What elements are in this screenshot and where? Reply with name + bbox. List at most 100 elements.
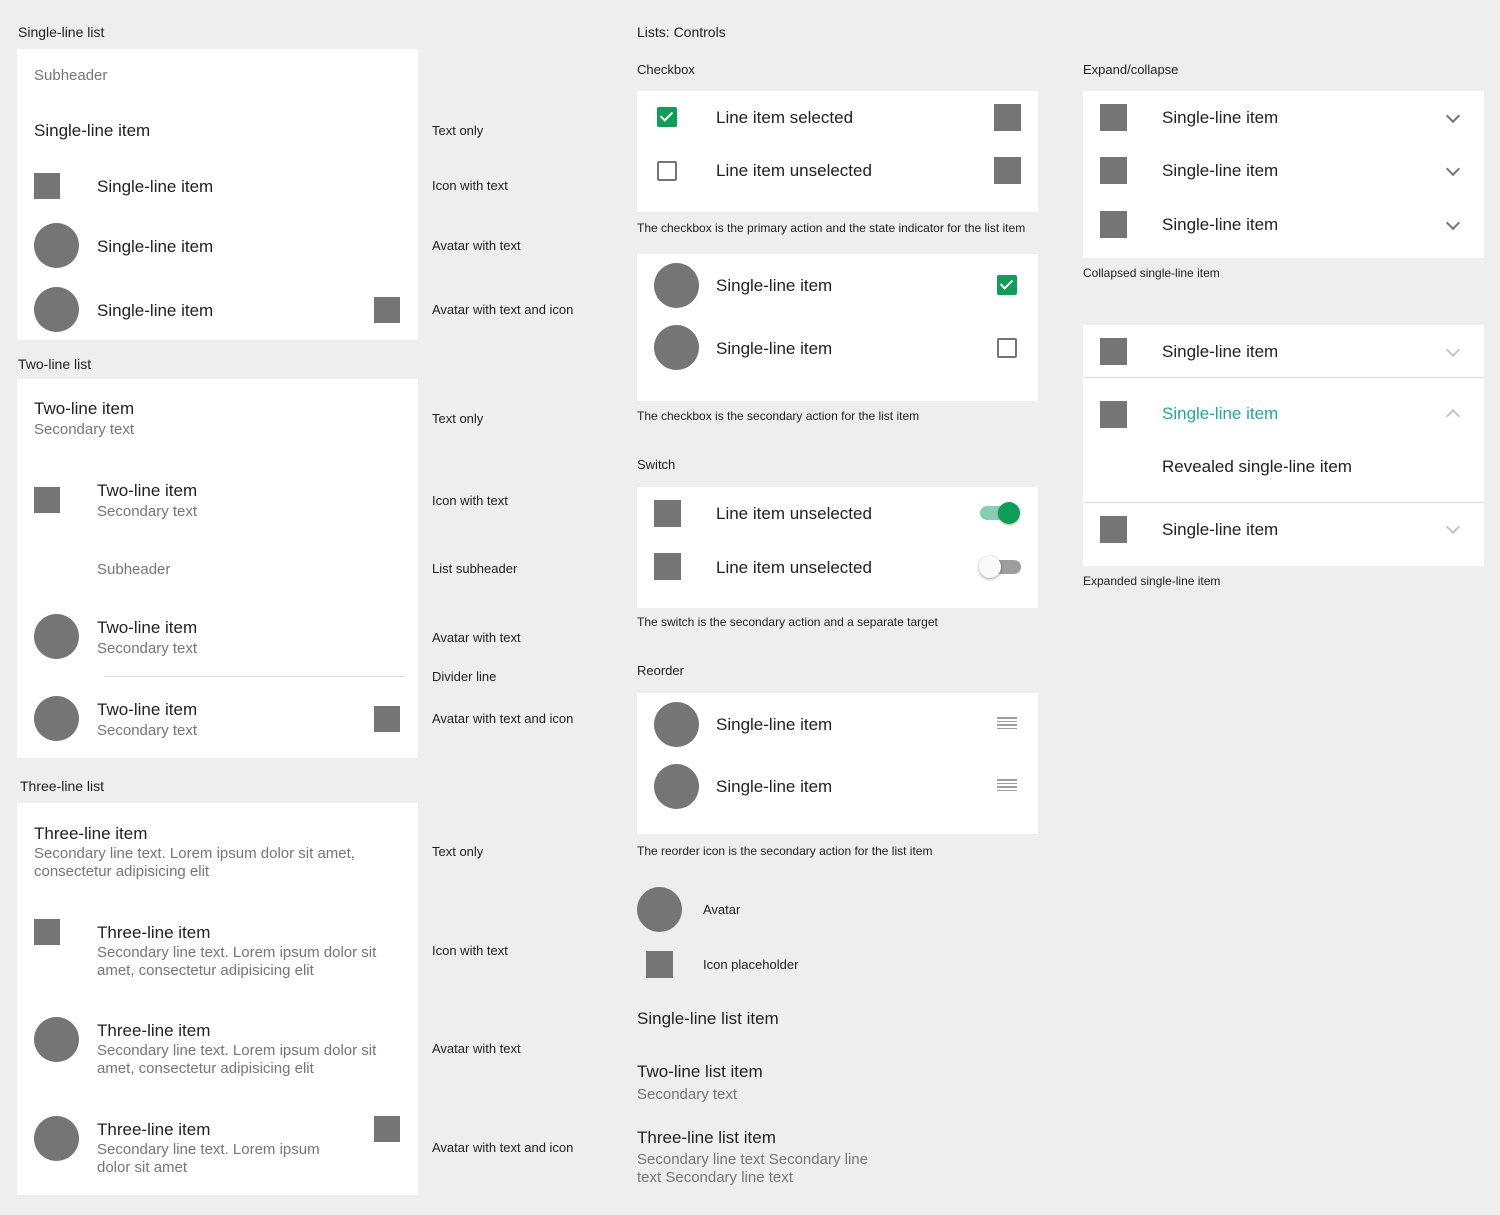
chevron-down-icon[interactable] (1445, 215, 1461, 231)
chevron-down-icon[interactable] (1445, 342, 1461, 358)
list-item-text: Line item unselected (716, 558, 872, 577)
list-item-text: Two-line item (97, 481, 198, 500)
list-item-text: Line item unselected (716, 504, 872, 523)
annotation-label: List subheader (432, 561, 518, 576)
list-item-text: Single-line item (716, 715, 833, 734)
secondary-text: Secondary line text. Lorem ipsum dolor s… (97, 1141, 320, 1176)
list-item-text: Single-line item (97, 301, 214, 320)
three-line-list-card: Three-line item Secondary line text. Lor… (17, 803, 418, 1195)
list-item-text: Single-line item (1162, 215, 1279, 234)
list-item-text: Single-line item (716, 339, 833, 358)
collapsed-card: Single-line item Single-line item Single… (1083, 91, 1484, 258)
divider-line (1083, 502, 1484, 503)
annotation-label: Text only (432, 411, 484, 426)
secondary-text: Secondary line text. Lorem ipsum dolor s… (97, 1042, 377, 1077)
reorder-section-title: Reorder (637, 663, 684, 678)
icon-placeholder-icon[interactable] (374, 297, 400, 323)
avatar (654, 325, 699, 370)
list-item-text: Single-line item (1162, 342, 1279, 361)
legend-label: Avatar (703, 902, 741, 917)
icon-placeholder-icon (994, 157, 1021, 184)
icon-placeholder-icon (1100, 211, 1127, 238)
icon-placeholder-icon (1100, 401, 1127, 428)
icon-placeholder-icon (34, 173, 60, 199)
annotation-label: Text only (432, 844, 484, 859)
annotation-label: Icon with text (432, 943, 508, 958)
avatar (34, 1017, 79, 1062)
checkbox-section-title: Checkbox (637, 62, 695, 77)
annotation-label: Avatar with text and icon (432, 1140, 574, 1155)
switch-knob (979, 556, 1001, 578)
switch-section-title: Switch (637, 457, 676, 472)
secondary-text: Secondary text (637, 1086, 738, 1103)
list-item-text: Three-line item (97, 1120, 211, 1139)
switch-card: Line item unselected Line item unselecte… (637, 487, 1038, 608)
avatar (654, 702, 699, 747)
annotation-label: Avatar with text (432, 1041, 521, 1056)
avatar (637, 887, 682, 932)
reorder-icon[interactable] (997, 717, 1017, 729)
icon-placeholder-icon[interactable] (374, 706, 400, 732)
list-item-text: Two-line item (34, 399, 135, 418)
two-line-list-card: Two-line item Secondary text Two-line it… (17, 379, 418, 758)
checkbox-secondary-card: Single-line item Single-line item (637, 254, 1038, 401)
chevron-up-icon[interactable] (1445, 408, 1461, 424)
secondary-text: Secondary text (97, 640, 198, 657)
reorder-caption: The reorder icon is the secondary action… (637, 844, 933, 858)
secondary-text: Secondary line text. Lorem ipsum dolor s… (97, 944, 377, 979)
chevron-down-icon[interactable] (1445, 108, 1461, 124)
reorder-card: Single-line item Single-line item (637, 693, 1038, 834)
chevron-down-icon[interactable] (1445, 519, 1461, 535)
secondary-text: Secondary text (97, 722, 198, 739)
list-item-text: Single-line item (1162, 404, 1279, 423)
annotation-label: Icon with text (432, 493, 508, 508)
checkbox-primary-card: Line item selected Line item unselected (637, 91, 1038, 212)
switch-caption: The switch is the secondary action and a… (637, 615, 938, 629)
chevron-down-icon[interactable] (1445, 161, 1461, 177)
list-subheader: Subheader (97, 561, 171, 578)
secondary-text: Secondary text (97, 503, 198, 520)
avatar (654, 263, 699, 308)
avatar (34, 287, 79, 332)
list-item-text: Single-line item (97, 177, 214, 196)
checkbox-checked[interactable] (997, 275, 1017, 295)
checkbox-unchecked[interactable] (997, 338, 1017, 358)
reorder-icon[interactable] (997, 779, 1017, 791)
legend-two-line: Two-line list item (637, 1062, 763, 1081)
two-line-list-title: Two-line list (18, 356, 92, 372)
revealed-item[interactable]: Revealed single-line item (1162, 457, 1352, 477)
checkbox-caption: The checkbox is the primary action and t… (637, 221, 1026, 235)
expanded-caption: Expanded single-line item (1083, 574, 1221, 588)
icon-placeholder-icon (646, 951, 673, 978)
collapsed-caption: Collapsed single-line item (1083, 266, 1220, 280)
icon-placeholder-icon (654, 500, 681, 527)
annotation-label: Divider line (432, 669, 497, 684)
three-line-list-title: Three-line list (20, 778, 105, 794)
checkbox-caption: The checkbox is the secondary action for… (637, 409, 920, 423)
secondary-text: Secondary line text. Lorem ipsum dolor s… (34, 845, 355, 880)
checkbox-checked[interactable] (657, 107, 677, 127)
avatar (34, 223, 79, 268)
list-item-text: Single-line item (1162, 520, 1279, 539)
list-item-text: Single-line item (716, 276, 833, 295)
annotation-label: Avatar with text (432, 238, 521, 253)
avatar (654, 764, 699, 809)
list-item-text: Three-line item (97, 923, 211, 942)
expanded-card: Single-line item Single-line item Reveal… (1083, 325, 1484, 566)
annotation-label: Icon with text (432, 178, 508, 193)
secondary-text: Secondary line text Secondary line text … (637, 1151, 868, 1186)
list-item-text: Single-line item (1162, 161, 1279, 180)
secondary-text: Secondary text (34, 421, 135, 438)
icon-placeholder-icon (654, 553, 681, 580)
icon-placeholder-icon (1100, 338, 1127, 365)
annotation-label: Avatar with text and icon (432, 302, 574, 317)
annotation-label: Avatar with text and icon (432, 711, 574, 726)
controls-title: Lists: Controls (637, 24, 726, 40)
icon-placeholder-icon (994, 104, 1021, 131)
checkbox-unchecked[interactable] (657, 161, 677, 181)
icon-placeholder-icon[interactable] (374, 1116, 400, 1142)
annotation-label: Avatar with text (432, 630, 521, 645)
icon-placeholder-icon (34, 487, 60, 513)
avatar (34, 696, 79, 741)
icon-placeholder-icon (1100, 516, 1127, 543)
